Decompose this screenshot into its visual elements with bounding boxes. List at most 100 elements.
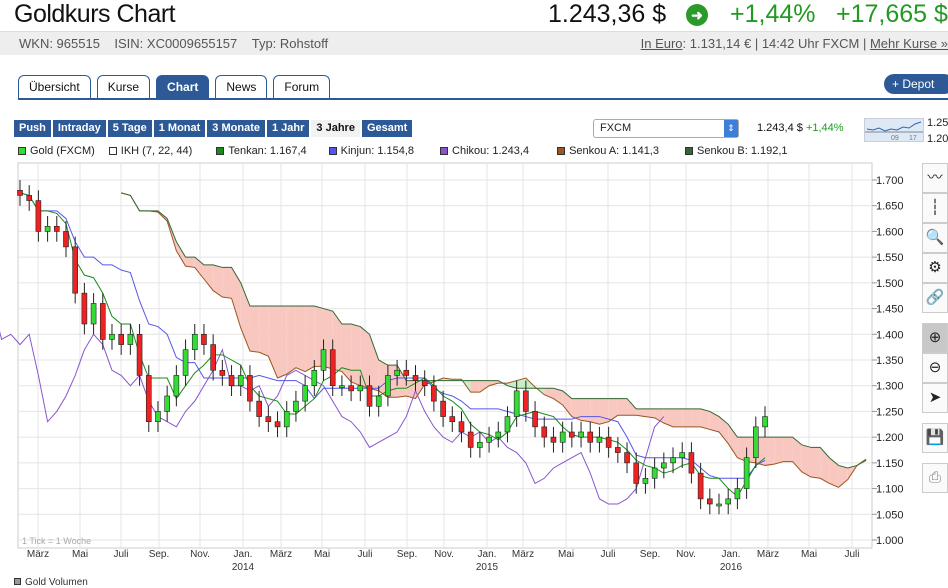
period-1-month[interactable]: 1 Monat: [153, 120, 206, 137]
period-1-year[interactable]: 1 Jahr: [266, 120, 310, 137]
euro-link[interactable]: In Euro: [641, 36, 683, 51]
legend-swatch: [557, 147, 566, 155]
settings-icon[interactable]: ⚙: [922, 253, 948, 283]
info-bar: WKN: 965515 ISIN: XC0009655157 Typ: Rohs…: [0, 31, 948, 55]
candle-body: [329, 349, 336, 387]
candle-body: [375, 395, 382, 407]
candle-body: [63, 231, 69, 248]
x-tick-year: 2014: [232, 562, 255, 573]
period-selector: Push Intraday 5 Tage 1 Monat 3 Monate 1 …: [14, 120, 413, 137]
plot-area: [17, 162, 873, 549]
candle-body: [651, 467, 658, 479]
candle-body: [661, 462, 667, 469]
x-tick-label: März: [270, 549, 292, 560]
more-quotes-link[interactable]: Mehr Kurse »: [870, 36, 948, 51]
legend-item[interactable]: Kinjun: 1.154,8: [328, 145, 414, 157]
candle-body: [348, 385, 354, 392]
candle-body: [458, 421, 465, 433]
y-tick-label: 1.350: [876, 355, 904, 367]
cloud-segment: [581, 398, 591, 422]
type: Typ: Rohstoff: [251, 36, 329, 51]
print-icon[interactable]: ⎙: [922, 463, 948, 493]
candle-body: [569, 431, 575, 438]
add-depot-button[interactable]: + Depot: [884, 74, 948, 94]
legend-item[interactable]: IKH (7, 22, 44): [108, 145, 193, 157]
candle-body: [550, 436, 557, 443]
tab-overview[interactable]: Übersicht: [18, 75, 91, 99]
candle-body: [155, 411, 161, 423]
y-tick-label: 1.300: [876, 381, 904, 393]
period-intraday[interactable]: Intraday: [52, 120, 106, 137]
cloud-segment: [222, 267, 232, 299]
candle-body: [265, 416, 272, 423]
legend-label: Tenkan: 1.167,4: [228, 145, 307, 157]
candle-body: [26, 195, 32, 201]
candle-body: [339, 385, 345, 389]
period-3-months[interactable]: 3 Monate: [207, 120, 265, 137]
period-5-days[interactable]: 5 Tage: [107, 120, 152, 137]
y-tick-label: 1.400: [876, 329, 904, 341]
cloud-segment: [682, 408, 692, 427]
legend-item[interactable]: Senkou A: 1.141,3: [557, 145, 659, 157]
zoom-out-icon[interactable]: ⊖: [922, 353, 948, 383]
cloud-segment: [470, 380, 480, 393]
candle-body: [605, 436, 612, 448]
y-tick-label: 1.050: [876, 509, 904, 521]
period-push[interactable]: Push: [14, 120, 51, 137]
exchange-value: FXCM: [600, 122, 632, 134]
link-icon[interactable]: 🔗: [922, 283, 948, 313]
cloud-segment: [305, 306, 315, 372]
cloud-segment: [774, 437, 784, 465]
candle-body: [17, 189, 23, 196]
candle-chart-icon[interactable]: ┆: [922, 193, 948, 223]
exchange-select[interactable]: FXCM ⇕: [593, 119, 739, 138]
cloud-segment: [259, 306, 269, 357]
tab-bar: Übersicht Kurse Chart News Forum: [18, 75, 331, 99]
chart-toolbar: 〰 ┆ 🔍 ⚙ 🔗 ⊕ ⊖ ➤ 💾 ⎙: [922, 163, 948, 493]
candle-body: [302, 385, 308, 402]
legend-item[interactable]: Tenkan: 1.167,4: [216, 145, 307, 157]
candle-body: [743, 457, 750, 489]
candle-body: [421, 380, 428, 387]
x-tick-label: Jan.: [722, 549, 741, 560]
tab-news[interactable]: News: [215, 75, 268, 99]
period-all[interactable]: Gesamt: [361, 120, 413, 137]
tab-quotes[interactable]: Kurse: [96, 75, 151, 99]
zoom-in-icon[interactable]: ⊕: [922, 323, 948, 353]
candle-body: [412, 375, 419, 381]
x-tick-label: Nov.: [190, 549, 210, 560]
save-icon[interactable]: 💾: [922, 423, 948, 453]
legend-swatch: [18, 147, 26, 155]
pointer-icon[interactable]: ➤: [922, 383, 948, 413]
zoom-chart-icon[interactable]: 🔍: [922, 223, 948, 253]
tab-chart[interactable]: Chart: [156, 75, 210, 99]
candle-body: [431, 385, 437, 402]
line-chart-icon[interactable]: 〰: [922, 163, 948, 193]
price-chart[interactable]: März Mai Juli Sep. Nov. Jan. 2014 März Mai Juli Se…: [0, 160, 922, 580]
chart-legend: Gold (FXCM) IKH (7, 22, 44) Tenkan: 1.167,…: [18, 145, 788, 157]
cloud-segment: [810, 447, 821, 479]
candle-body: [753, 426, 759, 459]
candle-body: [44, 225, 51, 232]
candle-body: [118, 333, 124, 345]
legend-label: Gold (FXCM): [30, 145, 95, 157]
legend-label: Senkou B: 1.192,1: [697, 145, 788, 157]
candle-body: [210, 344, 216, 371]
tab-forum[interactable]: Forum: [273, 75, 331, 99]
candle-body: [559, 431, 566, 443]
quote-price: 1.243,4 $: [757, 122, 803, 134]
cloud-segment: [295, 306, 306, 372]
candle-body: [90, 303, 97, 325]
candle-body: [642, 477, 649, 484]
candle-body: [164, 395, 170, 412]
cloud-segment: [691, 408, 701, 427]
period-3-years[interactable]: 3 Jahre: [311, 120, 360, 137]
candle-body: [587, 431, 594, 443]
legend-item[interactable]: Chikou: 1.243,4: [440, 145, 529, 157]
legend-label: Chikou: 1.243,4: [452, 145, 530, 157]
cloud-segment: [360, 326, 370, 389]
legend-item[interactable]: Gold (FXCM): [18, 145, 95, 157]
legend-label: IKH (7, 22, 44): [120, 145, 193, 157]
sparkline-chart[interactable]: 09 17: [864, 118, 924, 142]
legend-item[interactable]: Senkou B: 1.192,1: [685, 145, 788, 157]
